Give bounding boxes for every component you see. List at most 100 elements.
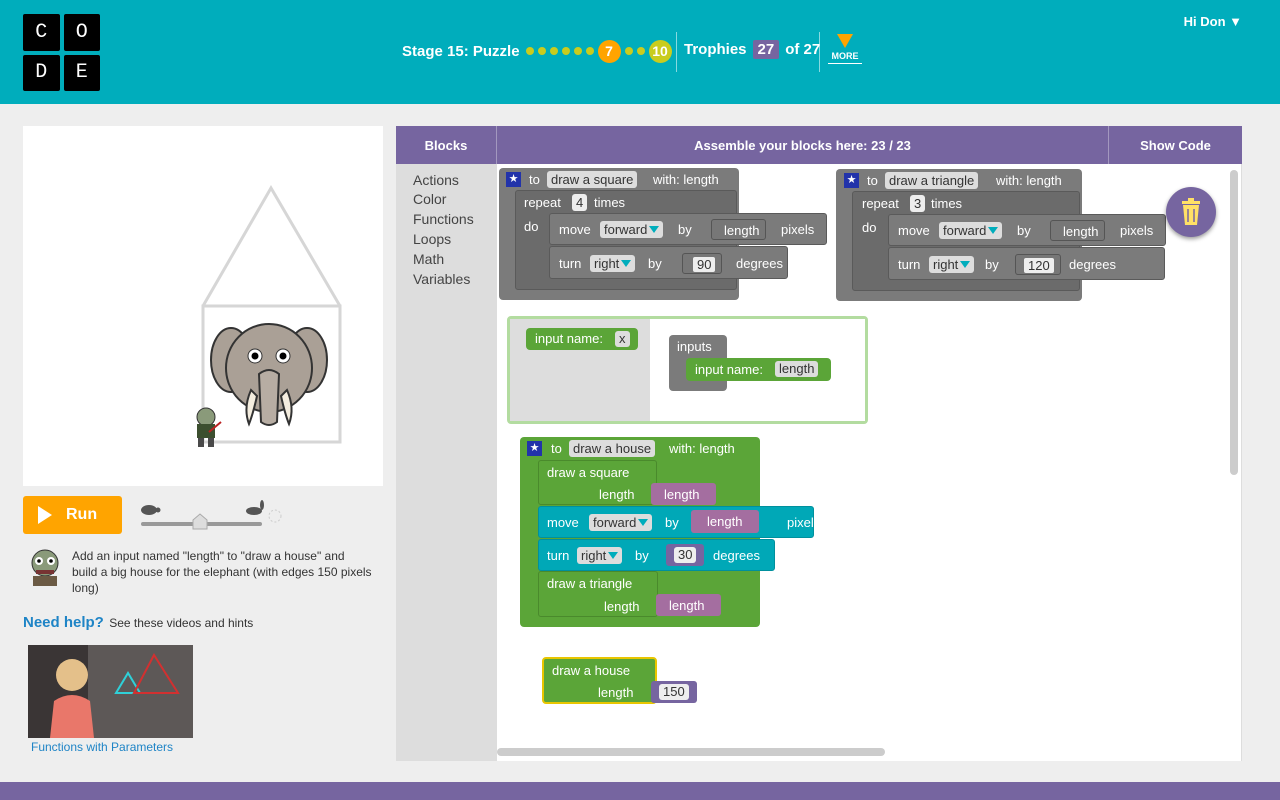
header-divider — [819, 32, 820, 72]
number-value-block[interactable]: 150 — [651, 681, 697, 703]
footer-bar — [0, 782, 1280, 800]
speed-slider-handle — [192, 513, 208, 530]
input-name-label: input name: — [695, 362, 763, 377]
logo-letter: O — [63, 14, 100, 51]
instructions-text: Add an input named "length" to "draw a h… — [72, 549, 372, 595]
call-draw-house-block[interactable]: draw a house length — [542, 657, 657, 704]
repeat-count-field[interactable]: 3 — [910, 195, 926, 212]
vertical-scrollbar[interactable] — [1230, 170, 1238, 475]
video-thumbnail[interactable] — [28, 645, 193, 738]
puzzle-dot[interactable] — [549, 47, 558, 55]
turn-direction-dropdown[interactable]: right — [577, 547, 623, 564]
degrees-value-block[interactable]: 90 — [682, 253, 723, 274]
turn-direction-dropdown[interactable]: right — [929, 256, 975, 273]
puzzle-dot[interactable] — [636, 47, 645, 55]
toolbox-category-actions[interactable]: Actions — [413, 172, 459, 188]
run-button[interactable]: Run — [23, 496, 122, 534]
more-button[interactable]: MORE — [828, 34, 862, 64]
length-param-block[interactable]: length — [691, 510, 759, 533]
show-code-button[interactable]: Show Code — [1108, 126, 1242, 164]
turn-label: turn — [898, 257, 921, 272]
puzzle-dot[interactable] — [585, 47, 594, 55]
number-value[interactable]: 150 — [659, 684, 689, 700]
input-name-field[interactable]: x — [615, 331, 630, 347]
speed-slider[interactable] — [138, 498, 288, 532]
degrees-value-block[interactable]: 120 — [1015, 254, 1061, 275]
trophies-label: Trophies — [684, 41, 747, 58]
horizontal-scrollbar[interactable] — [497, 748, 885, 756]
turn-direction-dropdown[interactable]: right — [590, 255, 636, 272]
length-param-label: length — [664, 487, 700, 502]
top-header: C O D E Stage 15: Puzzle 7 10 Trophies 2… — [0, 0, 1280, 104]
drawing-canvas — [23, 126, 383, 486]
direction-dropdown[interactable]: forward — [600, 221, 664, 238]
header-divider — [676, 32, 677, 72]
degrees-label: degrees — [713, 548, 760, 563]
trophies: Trophies 27 of 27 — [684, 40, 820, 59]
puzzle-dot[interactable] — [561, 47, 570, 55]
user-menu[interactable]: Hi Don ▼ — [1184, 14, 1242, 29]
length-param-label: length — [669, 598, 705, 613]
function-name-field[interactable]: draw a square — [547, 171, 638, 188]
input-name-block[interactable]: input name: length — [686, 358, 831, 381]
move-label: move — [547, 515, 579, 530]
toolbox-category-functions[interactable]: Functions — [413, 211, 474, 227]
logo-letter: D — [23, 54, 60, 91]
video-thumbnail-image — [28, 645, 193, 738]
call-name-label: draw a house — [552, 663, 631, 678]
do-label: do — [524, 219, 539, 234]
length-param-block[interactable]: length — [1050, 220, 1106, 241]
turn-block[interactable]: turn right by degrees — [538, 539, 775, 571]
help-section: Need help? See these videos and hints — [23, 614, 253, 631]
assemble-label: Assemble your blocks here: 23 / 23 — [694, 137, 911, 153]
toolbox-category-loops[interactable]: Loops — [413, 231, 451, 247]
pixels-label: pixels — [1120, 223, 1154, 238]
toolbox-category-variables[interactable]: Variables — [413, 271, 470, 287]
length-param-block[interactable]: length — [656, 594, 721, 616]
move-block[interactable]: move forward by pixels — [538, 506, 820, 538]
function-name-field[interactable]: draw a house — [569, 440, 656, 457]
puzzle-dot[interactable] — [624, 47, 633, 55]
trash-icon — [1182, 198, 1200, 225]
degrees-value[interactable]: 30 — [674, 547, 697, 563]
times-label: times — [931, 196, 963, 211]
more-underline — [828, 63, 862, 64]
to-label: to — [529, 172, 540, 187]
direction-dropdown[interactable]: forward — [589, 514, 653, 531]
direction-dropdown[interactable]: forward — [939, 222, 1003, 239]
code-logo[interactable]: C O D E — [23, 14, 100, 91]
repeat-count-field[interactable]: 4 — [572, 194, 588, 211]
input-name-field[interactable]: length — [775, 361, 819, 377]
toolbox-category-color[interactable]: Color — [413, 191, 446, 207]
blocks-tab: Blocks — [396, 126, 497, 164]
length-param-block[interactable]: length — [711, 219, 767, 240]
puzzle-dot[interactable] — [525, 47, 534, 55]
turn-block[interactable]: turn right by 120 degrees — [888, 247, 1165, 280]
degrees-value-block[interactable]: 30 — [666, 544, 704, 566]
function-name-field[interactable]: draw a triangle — [885, 172, 979, 189]
degrees-value[interactable]: 90 — [693, 257, 716, 272]
puzzle-dots: 7 10 — [525, 39, 676, 63]
input-name-block[interactable]: input name: x — [526, 328, 638, 350]
video-link[interactable]: Functions with Parameters — [31, 740, 173, 754]
move-block[interactable]: move forward by length pixels — [549, 213, 827, 245]
trophies-total: of 27 — [785, 41, 821, 58]
puzzle-dot[interactable] — [537, 47, 546, 55]
toolbox-category-math[interactable]: Math — [413, 251, 444, 267]
current-puzzle-bubble[interactable]: 7 — [597, 39, 621, 63]
stage-progress: Stage 15: Puzzle 7 10 — [402, 39, 676, 63]
length-param-block[interactable]: length — [651, 483, 716, 505]
turn-block[interactable]: turn right by 90 degrees — [549, 246, 788, 279]
move-block[interactable]: move forward by length pixels — [888, 214, 1166, 246]
with-length-label: with: length — [669, 441, 735, 456]
degrees-value[interactable]: 120 — [1024, 258, 1054, 273]
last-puzzle-bubble[interactable]: 10 — [648, 39, 672, 63]
puzzle-dot[interactable] — [573, 47, 582, 55]
call-draw-square-block[interactable]: draw a square length — [538, 460, 657, 505]
with-length-label: with: length — [996, 173, 1062, 188]
by-label: by — [635, 548, 649, 563]
star-icon[interactable]: ★ — [527, 441, 542, 456]
length-param-label: length — [707, 514, 743, 529]
trash-can[interactable] — [1166, 187, 1216, 237]
call-draw-triangle-block[interactable]: draw a triangle length — [538, 571, 658, 617]
